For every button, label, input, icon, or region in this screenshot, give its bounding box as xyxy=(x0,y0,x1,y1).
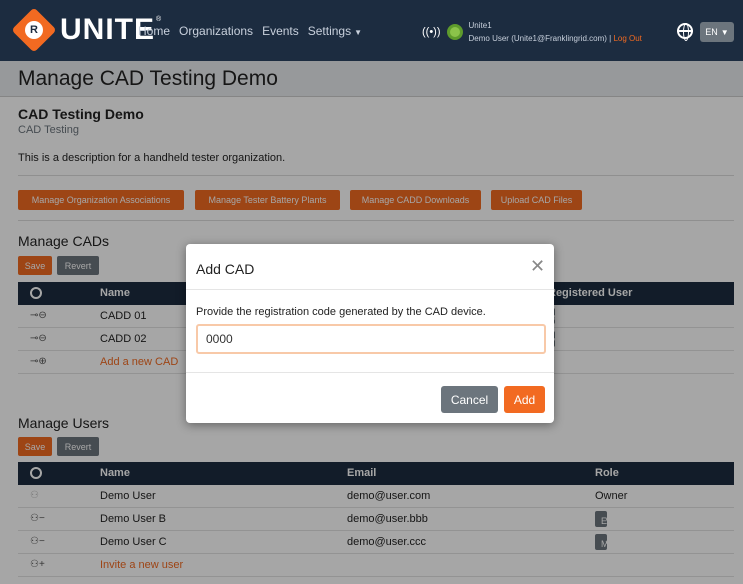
manage-battery-plants-button[interactable]: Manage Tester Battery Plants xyxy=(195,190,340,210)
user-block: Unite1 Demo User (Unite1@Franklingrid.co… xyxy=(469,19,642,45)
table-row: ⚇ Demo User demo@user.com Owner xyxy=(18,485,734,508)
chevron-down-icon: ▼ xyxy=(604,516,612,525)
table-row: ⚇− Demo User C demo@user.ccc Member ▼ xyxy=(18,531,734,554)
col-role: Role xyxy=(595,467,619,479)
invite-user-link[interactable]: Invite a new user xyxy=(100,559,183,571)
logout-link[interactable]: Log Out xyxy=(613,34,641,43)
user-icon: ⚇ xyxy=(30,490,39,501)
chevron-down-icon: ▼ xyxy=(604,539,612,548)
status-dot-icon xyxy=(446,24,463,40)
user-circle-icon xyxy=(30,467,42,479)
chevron-down-icon: ▼ xyxy=(720,27,729,37)
language-button[interactable]: EN ▼ xyxy=(700,22,734,42)
add-cad-link[interactable]: Add a new CAD xyxy=(100,356,178,368)
key-plus-icon[interactable]: ⊸⊕ xyxy=(30,356,47,367)
add-button[interactable]: Add xyxy=(504,386,545,413)
cads-revert-button[interactable]: Revert xyxy=(57,256,99,275)
add-cad-modal: Add CAD ✕ Provide the registration code … xyxy=(186,244,554,423)
key-minus-icon[interactable]: ⊸⊖ xyxy=(30,310,47,321)
user-name-cell: Demo User C xyxy=(100,536,167,548)
cancel-button[interactable]: Cancel xyxy=(441,386,498,413)
divider xyxy=(18,175,734,176)
col-name: Name xyxy=(100,467,130,479)
cad-name: CADD 01 xyxy=(100,310,147,322)
col-registered-user: Registered User xyxy=(548,287,633,299)
signal-icon: ((•)) xyxy=(422,26,441,38)
user-email-cell: demo@user.ccc xyxy=(347,536,427,548)
nav-settings-label: Settings xyxy=(307,24,352,38)
close-icon[interactable]: ✕ xyxy=(530,257,545,275)
nav-home[interactable]: Home xyxy=(138,24,170,38)
org-name: CAD Testing Demo xyxy=(18,106,144,122)
cads-section-title: Manage CADs xyxy=(18,233,110,249)
modal-divider xyxy=(186,372,554,373)
user-detail: Demo User (Unite1@Franklingrid.com) | xyxy=(468,34,612,43)
chevron-down-icon: ▼ xyxy=(354,28,363,37)
navbar: R UNITE ® Home Organizations Events Sett… xyxy=(0,0,743,61)
table-row: ⚇− Demo User B demo@user.bbb Editor ▼ xyxy=(18,508,734,531)
registration-code-input[interactable] xyxy=(196,324,546,354)
users-save-button[interactable]: Save xyxy=(18,437,52,456)
user-role-dropdown[interactable]: Editor ▼ xyxy=(595,511,625,527)
key-minus-icon[interactable]: ⊸⊖ xyxy=(30,333,47,344)
cad-device-icon xyxy=(30,287,42,299)
user-name-cell: Demo User xyxy=(100,490,156,502)
org-type: CAD Testing xyxy=(18,124,79,136)
divider xyxy=(18,220,734,221)
users-section-title: Manage Users xyxy=(18,415,110,431)
nav-settings[interactable]: Settings ▼ xyxy=(308,24,371,38)
page-title: Manage CAD Testing Demo xyxy=(18,67,278,90)
globe-icon[interactable] xyxy=(677,23,693,41)
users-table-header: Name Email Role xyxy=(18,462,734,485)
modal-title: Add CAD xyxy=(196,261,255,277)
col-name: Name xyxy=(100,287,130,299)
brand-mark: ® xyxy=(156,16,162,23)
modal-instructions: Provide the registration code generated … xyxy=(196,306,486,318)
org-description: This is a description for a handheld tes… xyxy=(18,152,286,164)
table-row: ⚇+ Invite a new user xyxy=(18,554,734,577)
users-revert-button[interactable]: Revert xyxy=(57,437,99,456)
logo-badge-icon: R xyxy=(11,7,57,53)
user-plus-icon[interactable]: ⚇+ xyxy=(30,559,45,570)
user-role-cell: Owner xyxy=(595,490,628,502)
user-role-dropdown[interactable]: Member ▼ xyxy=(595,534,634,550)
manage-cadd-downloads-button[interactable]: Manage CADD Downloads xyxy=(350,190,481,210)
user-status: ((•)) Unite1 Demo User (Unite1@Frankling… xyxy=(422,14,642,50)
cad-name: CADD 02 xyxy=(100,333,147,345)
user-email-cell: demo@user.bbb xyxy=(347,513,428,525)
language-label: EN xyxy=(705,27,718,37)
nav-organizations[interactable]: Organizations xyxy=(179,24,253,38)
user-name: Unite1 xyxy=(468,21,492,30)
modal-divider xyxy=(186,289,554,290)
cads-save-button[interactable]: Save xyxy=(18,256,52,275)
nav-links: Home Organizations Events Settings ▼ xyxy=(138,24,380,38)
user-minus-icon[interactable]: ⚇− xyxy=(30,513,45,524)
upload-cad-files-button[interactable]: Upload CAD Files xyxy=(491,190,582,210)
user-name-cell: Demo User B xyxy=(100,513,167,525)
page-title-bar: Manage CAD Testing Demo xyxy=(0,61,743,97)
manage-associations-button[interactable]: Manage Organization Associations xyxy=(18,190,184,210)
user-email-cell: demo@user.com xyxy=(347,490,431,502)
col-email: Email xyxy=(347,467,377,479)
nav-events[interactable]: Events xyxy=(262,24,299,38)
user-minus-icon[interactable]: ⚇− xyxy=(30,536,45,547)
